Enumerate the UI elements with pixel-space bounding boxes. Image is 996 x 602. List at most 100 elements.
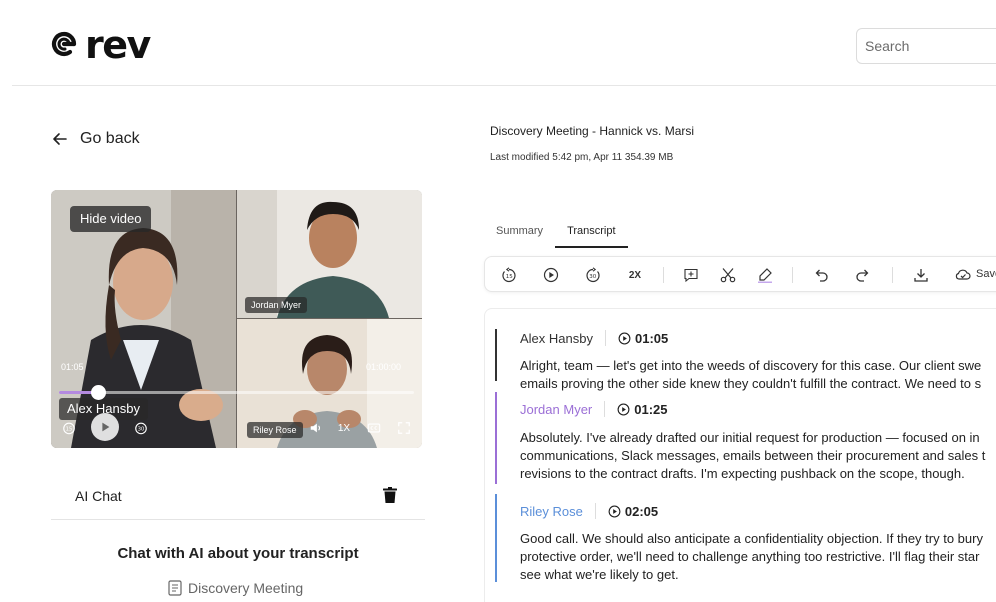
speaker-name[interactable]: Alex Hansby	[520, 331, 593, 346]
current-time: 01:05	[61, 362, 84, 372]
tab-transcript[interactable]: Transcript	[555, 218, 628, 248]
forward-30-button[interactable]: 30	[584, 266, 602, 284]
redo-icon	[856, 269, 869, 282]
video-progress-bar[interactable]	[59, 385, 414, 400]
captions-button[interactable]	[366, 420, 382, 436]
tab-summary[interactable]: Summary	[484, 218, 555, 248]
transcript-line[interactable]: revisions to the contract drafts. I'm ex…	[520, 465, 965, 483]
play-button[interactable]	[542, 266, 560, 284]
play-circle-icon	[543, 267, 559, 283]
svg-text:15: 15	[66, 427, 73, 433]
segment-header: Alex Hansby 01:05	[520, 329, 668, 347]
document-meta: Last modified 5:42 pm, Apr 11 354.39 MB	[490, 152, 674, 163]
forward-30-icon: 30	[586, 267, 600, 283]
rewind-15-button[interactable]: 15	[61, 420, 77, 436]
transcript-line[interactable]: emails proving the other side knew they …	[520, 375, 981, 393]
search-box[interactable]	[856, 28, 996, 64]
timestamp-button[interactable]: 02:05	[608, 504, 658, 519]
play-circle-icon	[617, 403, 630, 415]
toolbar-divider	[892, 267, 893, 283]
transcript-line[interactable]: Alright, team — let's get into the weeds…	[520, 357, 981, 375]
transcript-line[interactable]: see what we're likely to get.	[520, 566, 679, 584]
timestamp-button[interactable]: 01:25	[617, 401, 668, 417]
speed-button[interactable]: 2X	[624, 266, 646, 284]
timestamp-button[interactable]: 01:05	[618, 331, 668, 346]
timestamp-label: 01:05	[634, 330, 669, 346]
participant-name-tag: Jordan Myer	[245, 297, 308, 313]
go-back-label: Go back	[80, 130, 140, 147]
add-comment-button[interactable]	[682, 266, 700, 284]
tab-bar: Summary Transcript	[484, 218, 628, 248]
fullscreen-icon	[398, 422, 410, 434]
participant-name-tag: Riley Rose	[247, 422, 303, 438]
ai-chat-document-reference[interactable]: Discovery Meeting	[168, 580, 303, 596]
segment-header: Riley Rose 02:05	[520, 502, 658, 520]
video-player[interactable]: Hide video Jordan Myer Riley Rose Alex H…	[51, 190, 422, 448]
scissors-icon	[720, 268, 736, 283]
comment-icon	[684, 268, 698, 283]
trash-icon[interactable]	[381, 486, 399, 504]
go-back-button[interactable]: Go back	[52, 130, 140, 148]
rev-logo[interactable]: rev	[50, 23, 151, 67]
rewind-15-button[interactable]: 15	[500, 266, 518, 284]
transcript-segment: Alex Hansby 01:05 Alright, team — let's …	[495, 329, 996, 391]
hide-video-button[interactable]: Hide video	[70, 206, 152, 232]
highlight-button[interactable]	[756, 266, 774, 284]
video-progress-thumb[interactable]	[91, 385, 107, 400]
transcript-segment: Jordan Myer 01:25 Absolutely. I've alrea…	[495, 392, 996, 490]
transcript-line[interactable]: communications, Slack messages, emails b…	[520, 447, 985, 465]
ai-chat-row: AI Chat	[51, 472, 425, 520]
transcript-line[interactable]: protective order, we'll need to challeng…	[520, 548, 979, 566]
transcript-segment: Riley Rose 02:05 Good call. We should al…	[495, 494, 996, 597]
timestamp-label: 02:05	[624, 503, 659, 519]
forward-30-button[interactable]: 30	[133, 420, 149, 436]
document-icon	[168, 580, 182, 596]
search-input[interactable]	[857, 29, 987, 63]
save-button[interactable]: Save	[955, 266, 996, 282]
volume-icon	[310, 423, 321, 433]
arrow-left-icon	[53, 133, 67, 145]
captions-icon	[367, 423, 381, 433]
ai-chat-heading: Chat with AI about your transcript	[117, 545, 359, 562]
play-icon	[102, 422, 110, 432]
svg-text:15: 15	[506, 274, 513, 280]
undo-button[interactable]	[812, 266, 830, 284]
save-label: Save	[976, 268, 996, 280]
ai-chat-label: AI Chat	[75, 488, 122, 504]
download-icon	[914, 269, 928, 282]
forward-30-icon: 30	[135, 422, 147, 435]
undo-icon	[815, 269, 828, 282]
fullscreen-button[interactable]	[396, 420, 412, 436]
brand-name: rev	[85, 23, 151, 67]
transcript-panel: Alex Hansby 01:05 Alright, team — let's …	[484, 308, 996, 602]
download-button[interactable]	[912, 266, 930, 284]
volume-button[interactable]	[308, 420, 324, 436]
play-circle-icon	[618, 332, 631, 344]
segment-header: Jordan Myer 01:25	[520, 400, 668, 418]
total-time: 01:00:00	[366, 362, 402, 372]
segment-header-divider	[594, 503, 596, 519]
rev-logo-icon	[51, 31, 77, 57]
transcript-line[interactable]: Absolutely. I've already drafted our ini…	[520, 429, 980, 447]
speaker-color-bar	[495, 392, 497, 484]
header-divider	[12, 85, 996, 86]
rewind-15-icon: 15	[63, 422, 75, 435]
timestamp-label: 01:25	[634, 401, 668, 417]
play-circle-icon	[608, 505, 621, 517]
toolbar-divider	[792, 267, 793, 283]
rewind-15-icon: 15	[502, 267, 516, 283]
transcript-toolbar: 15 30 2X Save	[484, 256, 996, 292]
speaker-color-bar	[495, 494, 497, 582]
redo-button[interactable]	[854, 266, 872, 284]
transcript-line[interactable]: Good call. We should also anticipate a c…	[520, 530, 983, 548]
segment-header-divider	[604, 330, 606, 346]
segment-header-divider	[604, 401, 606, 417]
cut-button[interactable]	[719, 266, 737, 284]
document-title: Discovery Meeting - Hannick vs. Marsi	[490, 124, 695, 138]
play-button[interactable]	[91, 413, 119, 441]
playback-speed-button[interactable]: 1X	[336, 420, 352, 436]
speaker-name[interactable]: Riley Rose	[520, 504, 583, 519]
speaker-name[interactable]: Jordan Myer	[520, 402, 592, 417]
app-header: rev	[0, 0, 996, 86]
cloud-save-icon	[955, 269, 971, 280]
